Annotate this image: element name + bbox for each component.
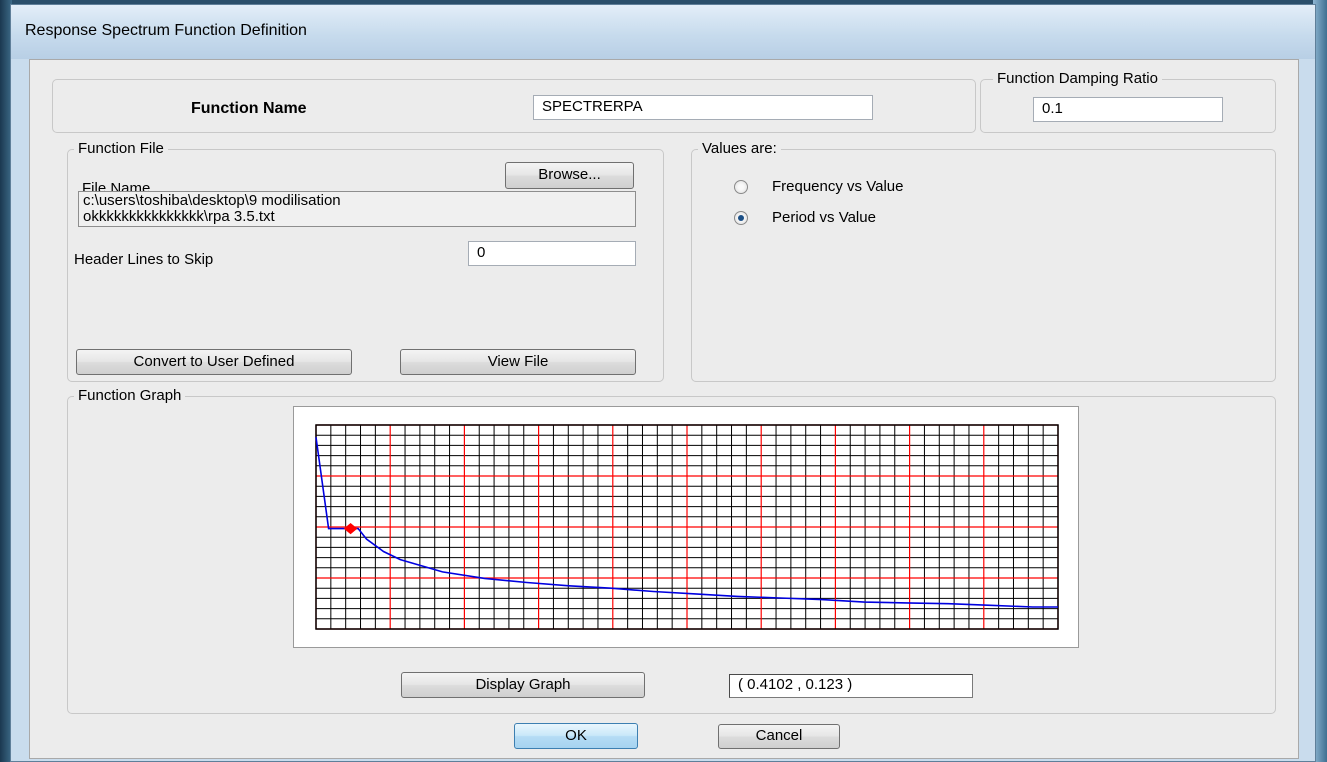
browse-button[interactable]: Browse...: [505, 162, 634, 189]
function-graph-box: [293, 406, 1079, 648]
frequency-vs-value-label[interactable]: Frequency vs Value: [772, 178, 903, 195]
title-bar[interactable]: Response Spectrum Function Definition: [11, 5, 1315, 59]
period-vs-value-label[interactable]: Period vs Value: [772, 209, 876, 226]
cancel-button[interactable]: Cancel: [718, 724, 840, 749]
function-graph-plot: [315, 424, 1059, 630]
function-file-group: Function File File Name Browse... c:\use…: [67, 139, 664, 382]
function-graph-group-label: Function Graph: [74, 386, 186, 406]
display-graph-button[interactable]: Display Graph: [401, 672, 645, 698]
file-path-line-1: c:\users\toshiba\desktop\9 modilisation: [83, 192, 341, 209]
coordinate-readout: ( 0.4102 , 0.123 ): [729, 674, 973, 698]
window-title: Response Spectrum Function Definition: [25, 22, 307, 39]
ok-button[interactable]: OK: [514, 723, 638, 749]
period-vs-value-radio[interactable]: [734, 211, 748, 225]
damping-ratio-group: Function Damping Ratio 0.1: [980, 69, 1276, 133]
convert-to-user-defined-button[interactable]: Convert to User Defined: [76, 349, 352, 375]
damping-ratio-label: Function Damping Ratio: [993, 69, 1162, 89]
file-path-line-2: okkkkkkkkkkkkkkk\rpa 3.5.txt: [83, 208, 275, 225]
file-path-field[interactable]: c:\users\toshiba\desktop\9 modilisation …: [78, 191, 636, 227]
header-lines-label: Header Lines to Skip: [74, 251, 214, 268]
header-lines-field[interactable]: 0: [468, 241, 636, 266]
values-are-group: Values are: Frequency vs Value Period vs…: [691, 139, 1276, 382]
damping-ratio-field[interactable]: 0.1: [1033, 97, 1223, 122]
dialog-client-area: Function Name SPECTRERPA Function Dampin…: [29, 59, 1299, 759]
function-name-group: Function Name SPECTRERPA: [52, 79, 976, 133]
cursor-marker: [343, 522, 358, 535]
function-file-group-label: Function File: [74, 139, 168, 159]
function-name-label: Function Name: [191, 100, 307, 117]
frequency-vs-value-radio[interactable]: [734, 180, 748, 194]
values-are-group-label: Values are:: [698, 139, 781, 159]
dialog-window: Response Spectrum Function Definition Fu…: [10, 4, 1316, 762]
function-name-field[interactable]: SPECTRERPA: [533, 95, 873, 120]
view-file-button[interactable]: View File: [400, 349, 636, 375]
